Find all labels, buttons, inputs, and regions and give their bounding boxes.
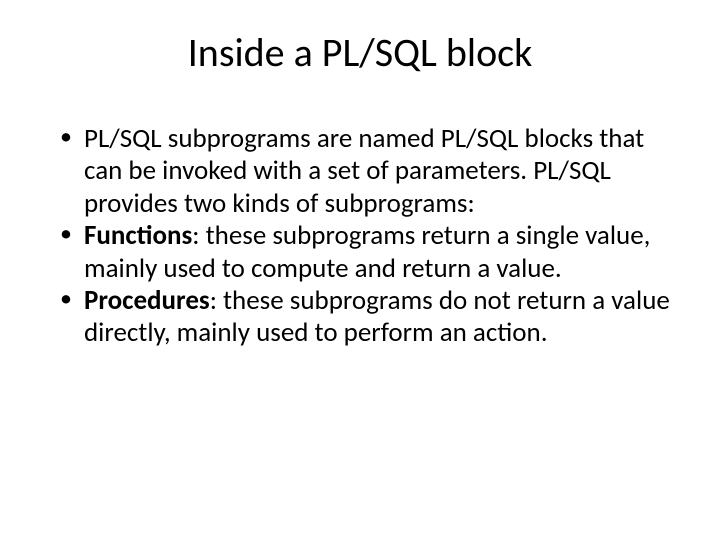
slide-title: Inside a PL/SQL block [40, 28, 680, 77]
list-item-bold: Procedures [84, 284, 210, 317]
list-item-bold: Functions [84, 219, 192, 252]
list-item: Functions: these subprograms return a si… [66, 220, 680, 285]
list-item-text: PL/SQL subprograms are named PL/SQL bloc… [84, 122, 644, 220]
list-item: Procedures: these subprograms do not ret… [66, 285, 680, 350]
list-item: PL/SQL subprograms are named PL/SQL bloc… [66, 123, 680, 220]
bullet-list: PL/SQL subprograms are named PL/SQL bloc… [40, 123, 680, 350]
